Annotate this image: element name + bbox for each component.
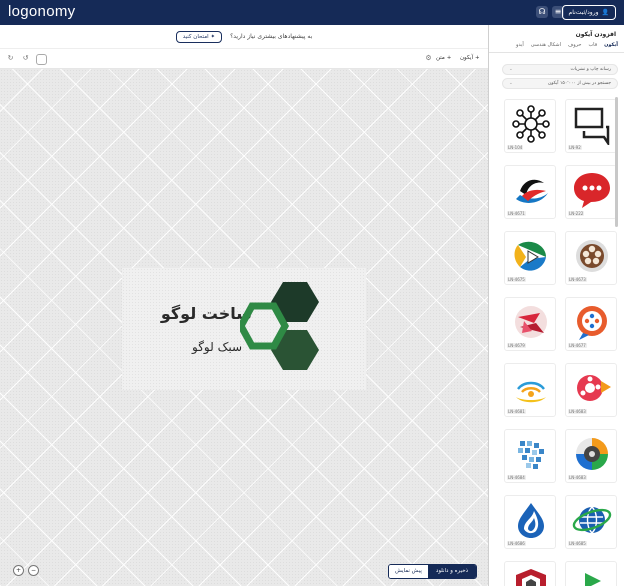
zoom-out-icon[interactable]: − (28, 565, 39, 576)
tab-aido[interactable]: آیدو (516, 42, 524, 48)
hexagon-logo-mark[interactable] (237, 280, 340, 380)
red-chat-icon (574, 173, 610, 208)
magic-icon: ✦ (208, 33, 216, 40)
globe-orbit-icon (572, 506, 612, 534)
icon-tile-flame-drop[interactable]: LN-4686 (504, 495, 556, 549)
network-icon (512, 105, 550, 143)
background-color-button[interactable] (36, 54, 47, 65)
flame-drop-icon (518, 503, 544, 538)
swoosh-icon (516, 179, 548, 203)
tab-frame[interactable]: قاب (588, 42, 597, 48)
logo-preview-card[interactable]: ساخت لوگو سبک لوگو (122, 268, 366, 390)
panel-scrollbar[interactable] (615, 97, 618, 227)
tab-icon[interactable]: آیکون (604, 42, 618, 48)
chat-bubbles-icon (574, 107, 610, 145)
chevron-down-icon: ⌄ (509, 81, 513, 86)
brand-logo[interactable]: logonomy (8, 3, 75, 20)
shield-icon (516, 569, 546, 586)
preview-button[interactable]: پیش نمایش (389, 565, 428, 578)
play-triangle-icon (514, 241, 546, 271)
add-icon-button[interactable]: + آیکون (460, 55, 480, 61)
settings-gear-icon[interactable]: ⚙ (423, 54, 434, 65)
icon-tile-shield[interactable] (504, 561, 556, 586)
icon-tile-globe-orbit[interactable]: LN-4685 (565, 495, 617, 549)
tab-shapes[interactable]: اشکال هندسی (531, 42, 561, 48)
panel-tabs: آیکون قاب حروف اشکال هندسی آیدو (516, 42, 618, 48)
icon-tile-network[interactable]: LN-104 (504, 99, 556, 153)
editor-canvas-area: به پیشنهادهای بیشتری نیاز دارید؟ ✦ امتحا… (0, 25, 488, 586)
chevron-down-icon: ⌄ (509, 67, 513, 72)
reel-rainbow-icon (576, 438, 608, 470)
icon-tile-red-chat[interactable]: LN-222 (565, 165, 617, 219)
icon-tile-film-reel[interactable]: LN-4673 (565, 231, 617, 285)
icon-tile-film-play[interactable]: LN-4683 (565, 363, 617, 417)
tab-divider (489, 52, 624, 53)
try-button[interactable]: ✦ امتحان کنید (175, 30, 223, 43)
design-workspace[interactable]: ساخت لوگو سبک لوگو (0, 69, 488, 586)
undo-icon[interactable]: ↺ (20, 54, 31, 65)
login-label: ورود/ثبت‌نام (568, 9, 599, 16)
icon-tile-reel-rainbow[interactable]: LN-4683 (565, 429, 617, 483)
icon-tile-wifi-ornament[interactable]: LN-4681 (504, 363, 556, 417)
icon-tile-pixel-cloud[interactable]: LN-4684 (504, 429, 556, 483)
film-bubble-icon (577, 306, 607, 340)
icon-search-select[interactable]: جستجو در بیش از ۱۵۰٬۰۰۰ آیکون ⌄ (502, 78, 618, 89)
outline-hexagon (237, 302, 289, 350)
icon-grid: LN-92 LN-104 LN-222 LN-4671 LN-4673 LN-4… (501, 97, 619, 586)
editor-toolbar: ↻ ↺ ⚙ + متن + آیکون (0, 48, 488, 69)
icon-tile-film-bubble[interactable]: LN-4677 (565, 297, 617, 351)
top-navigation-bar: logonomy ☊ ≡ 👤 ورود/ثبت‌نام (0, 0, 624, 25)
film-reel-icon (576, 240, 608, 272)
plus-icon: + (446, 55, 452, 61)
icon-tile-play-cube[interactable] (565, 561, 617, 586)
save-download-button[interactable]: ذخیره و دانلود (427, 565, 477, 578)
zoom-in-icon[interactable]: + (13, 565, 24, 576)
plus-icon: + (474, 55, 480, 61)
category-select[interactable]: رسانه چاپ و نشریات ⌄ (502, 64, 618, 75)
headset-icon[interactable]: ☊ (536, 6, 548, 18)
save-button-group: پیش نمایش ذخیره و دانلود (388, 564, 478, 579)
icon-panel: افزودن آیکون آیکون قاب حروف اشکال هندسی … (488, 25, 624, 586)
logo-subtitle-text[interactable]: سبک لوگو (192, 340, 242, 354)
tab-letters[interactable]: حروف (568, 42, 581, 48)
login-button[interactable]: 👤 ورود/ثبت‌نام (561, 5, 616, 20)
logo-title-text[interactable]: ساخت لوگو (161, 304, 252, 323)
wifi-ornament-icon (516, 381, 546, 403)
icon-tile-swoosh[interactable]: LN-4671 (504, 165, 556, 219)
panel-title: افزودن آیکون (575, 31, 616, 38)
film-play-icon (577, 375, 611, 401)
banner-question: به پیشنهادهای بیشتری نیاز دارید؟ (230, 33, 313, 40)
icon-tile-chat-bubbles[interactable]: LN-92 (565, 99, 617, 153)
icon-tile-origami[interactable]: LN-4679 (504, 297, 556, 351)
redo-icon[interactable]: ↻ (5, 54, 16, 65)
icon-tile-play-triangle[interactable]: LN-4675 (504, 231, 556, 285)
origami-icon (515, 306, 547, 338)
user-icon: 👤 (601, 9, 609, 16)
suggestions-banner: به پیشنهادهای بیشتری نیاز دارید؟ ✦ امتحا… (0, 25, 488, 48)
pixel-cloud-icon (518, 441, 544, 469)
play-cube-icon (585, 573, 601, 586)
add-text-button[interactable]: + متن (436, 55, 451, 61)
